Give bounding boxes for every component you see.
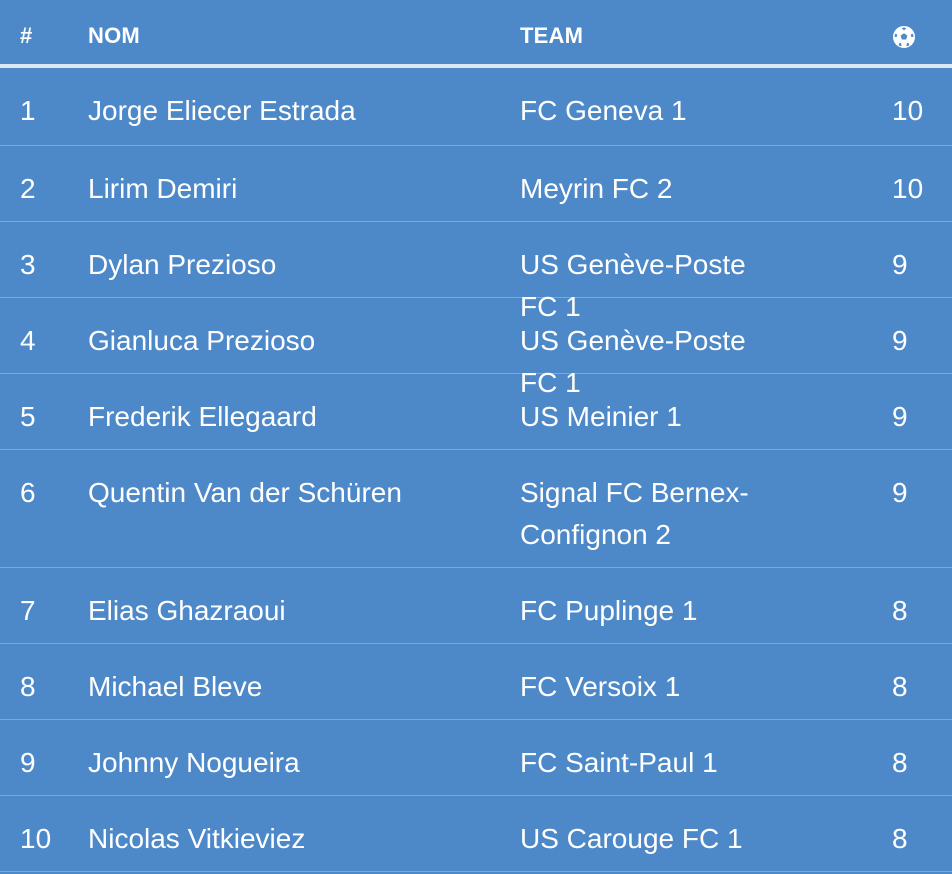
table-row: 6 Quentin Van der Schüren Signal FC Bernex… — [0, 450, 952, 568]
team-name-cell: FC Versoix 1 — [520, 671, 681, 702]
header-rank: # — [20, 23, 33, 48]
goals-cell: 10 — [892, 95, 924, 126]
player-name-cell: Gianluca Prezioso — [88, 325, 316, 356]
goals-cell: 9 — [892, 477, 908, 508]
team-name-cell: US Meinier 1 — [520, 401, 682, 432]
header-name: NOM — [88, 23, 140, 48]
table-row: 4 Gianluca Prezioso US Genève-Poste FC 19 — [0, 298, 952, 398]
rank-cell: 4 — [20, 325, 36, 356]
rank-cell: 9 — [20, 747, 36, 778]
table-body: 1 Jorge Eliecer Estrada FC Geneva 1 10 2 Liri… — [0, 68, 952, 872]
rank-cell: 6 — [20, 477, 36, 508]
table-row: 1 Jorge Eliecer Estrada FC Geneva 1 10 — [0, 68, 952, 146]
team-name-cell: US Carouge FC 1 — [520, 823, 743, 854]
rank-cell: 2 — [20, 173, 36, 204]
rank-cell: 8 — [20, 671, 36, 702]
soccer-ball-icon — [893, 26, 915, 48]
player-name-cell: Lirim Demiri — [88, 173, 238, 204]
player-name-cell: Quentin Van der Schüren — [88, 477, 402, 508]
rank-cell: 1 — [20, 95, 36, 126]
rank-cell: 3 — [20, 249, 36, 280]
goals-cell: 9 — [892, 401, 908, 432]
goals-cell: 10 — [892, 173, 924, 204]
table-row: 5 Frederik Ellegaard US Meinier 1 9 — [0, 374, 952, 450]
table-header: # NOM TEAM — [0, 0, 952, 68]
goals-cell: 9 — [892, 249, 908, 280]
player-name-cell: Nicolas Vitkieviez — [88, 823, 306, 854]
table-row: 7 Elias Ghazraoui FC Puplinge 1 8 — [0, 568, 952, 644]
goals-cell: 8 — [892, 671, 908, 702]
rank-cell: 10 — [20, 823, 52, 854]
table-row: 3 Dylan Prezioso US Genève-Poste FC 19 — [0, 222, 952, 322]
table-row: 8 Michael Bleve FC Versoix 1 8 — [0, 644, 952, 720]
header-team: TEAM — [520, 23, 584, 48]
table-row: 9 Johnny Nogueira FC Saint-Paul 1 8 — [0, 720, 952, 796]
goals-cell: 8 — [892, 823, 908, 854]
player-name-cell: Michael Bleve — [88, 671, 263, 702]
player-name-cell: Elias Ghazraoui — [88, 595, 286, 626]
scorers-table: # NOM TEAM 1 Jorge Eliecer Estrada FC Gene… — [0, 0, 952, 874]
goals-cell: 8 — [892, 747, 908, 778]
rank-cell: 7 — [20, 595, 36, 626]
team-name-cell: FC Saint-Paul 1 — [520, 747, 718, 778]
team-name-cell: FC Geneva 1 — [520, 95, 687, 126]
team-name-cell: Meyrin FC 2 — [520, 173, 673, 204]
table-row: 2 Lirim Demiri Meyrin FC 2 10 — [0, 146, 952, 222]
rank-cell: 5 — [20, 401, 36, 432]
goals-cell: 8 — [892, 595, 908, 626]
player-name-cell: Dylan Prezioso — [88, 249, 277, 280]
player-name-cell: Frederik Ellegaard — [88, 401, 317, 432]
team-name-cell: FC Puplinge 1 — [520, 595, 698, 626]
player-name-cell: Johnny Nogueira — [88, 747, 300, 778]
goals-cell: 9 — [892, 325, 908, 356]
player-name-cell: Jorge Eliecer Estrada — [88, 95, 356, 126]
team-name-cell: Signal FC Bernex-Confignon 2 — [520, 477, 749, 550]
table-row: 10 Nicolas Vitkieviez US Carouge FC 1 8 — [0, 796, 952, 872]
